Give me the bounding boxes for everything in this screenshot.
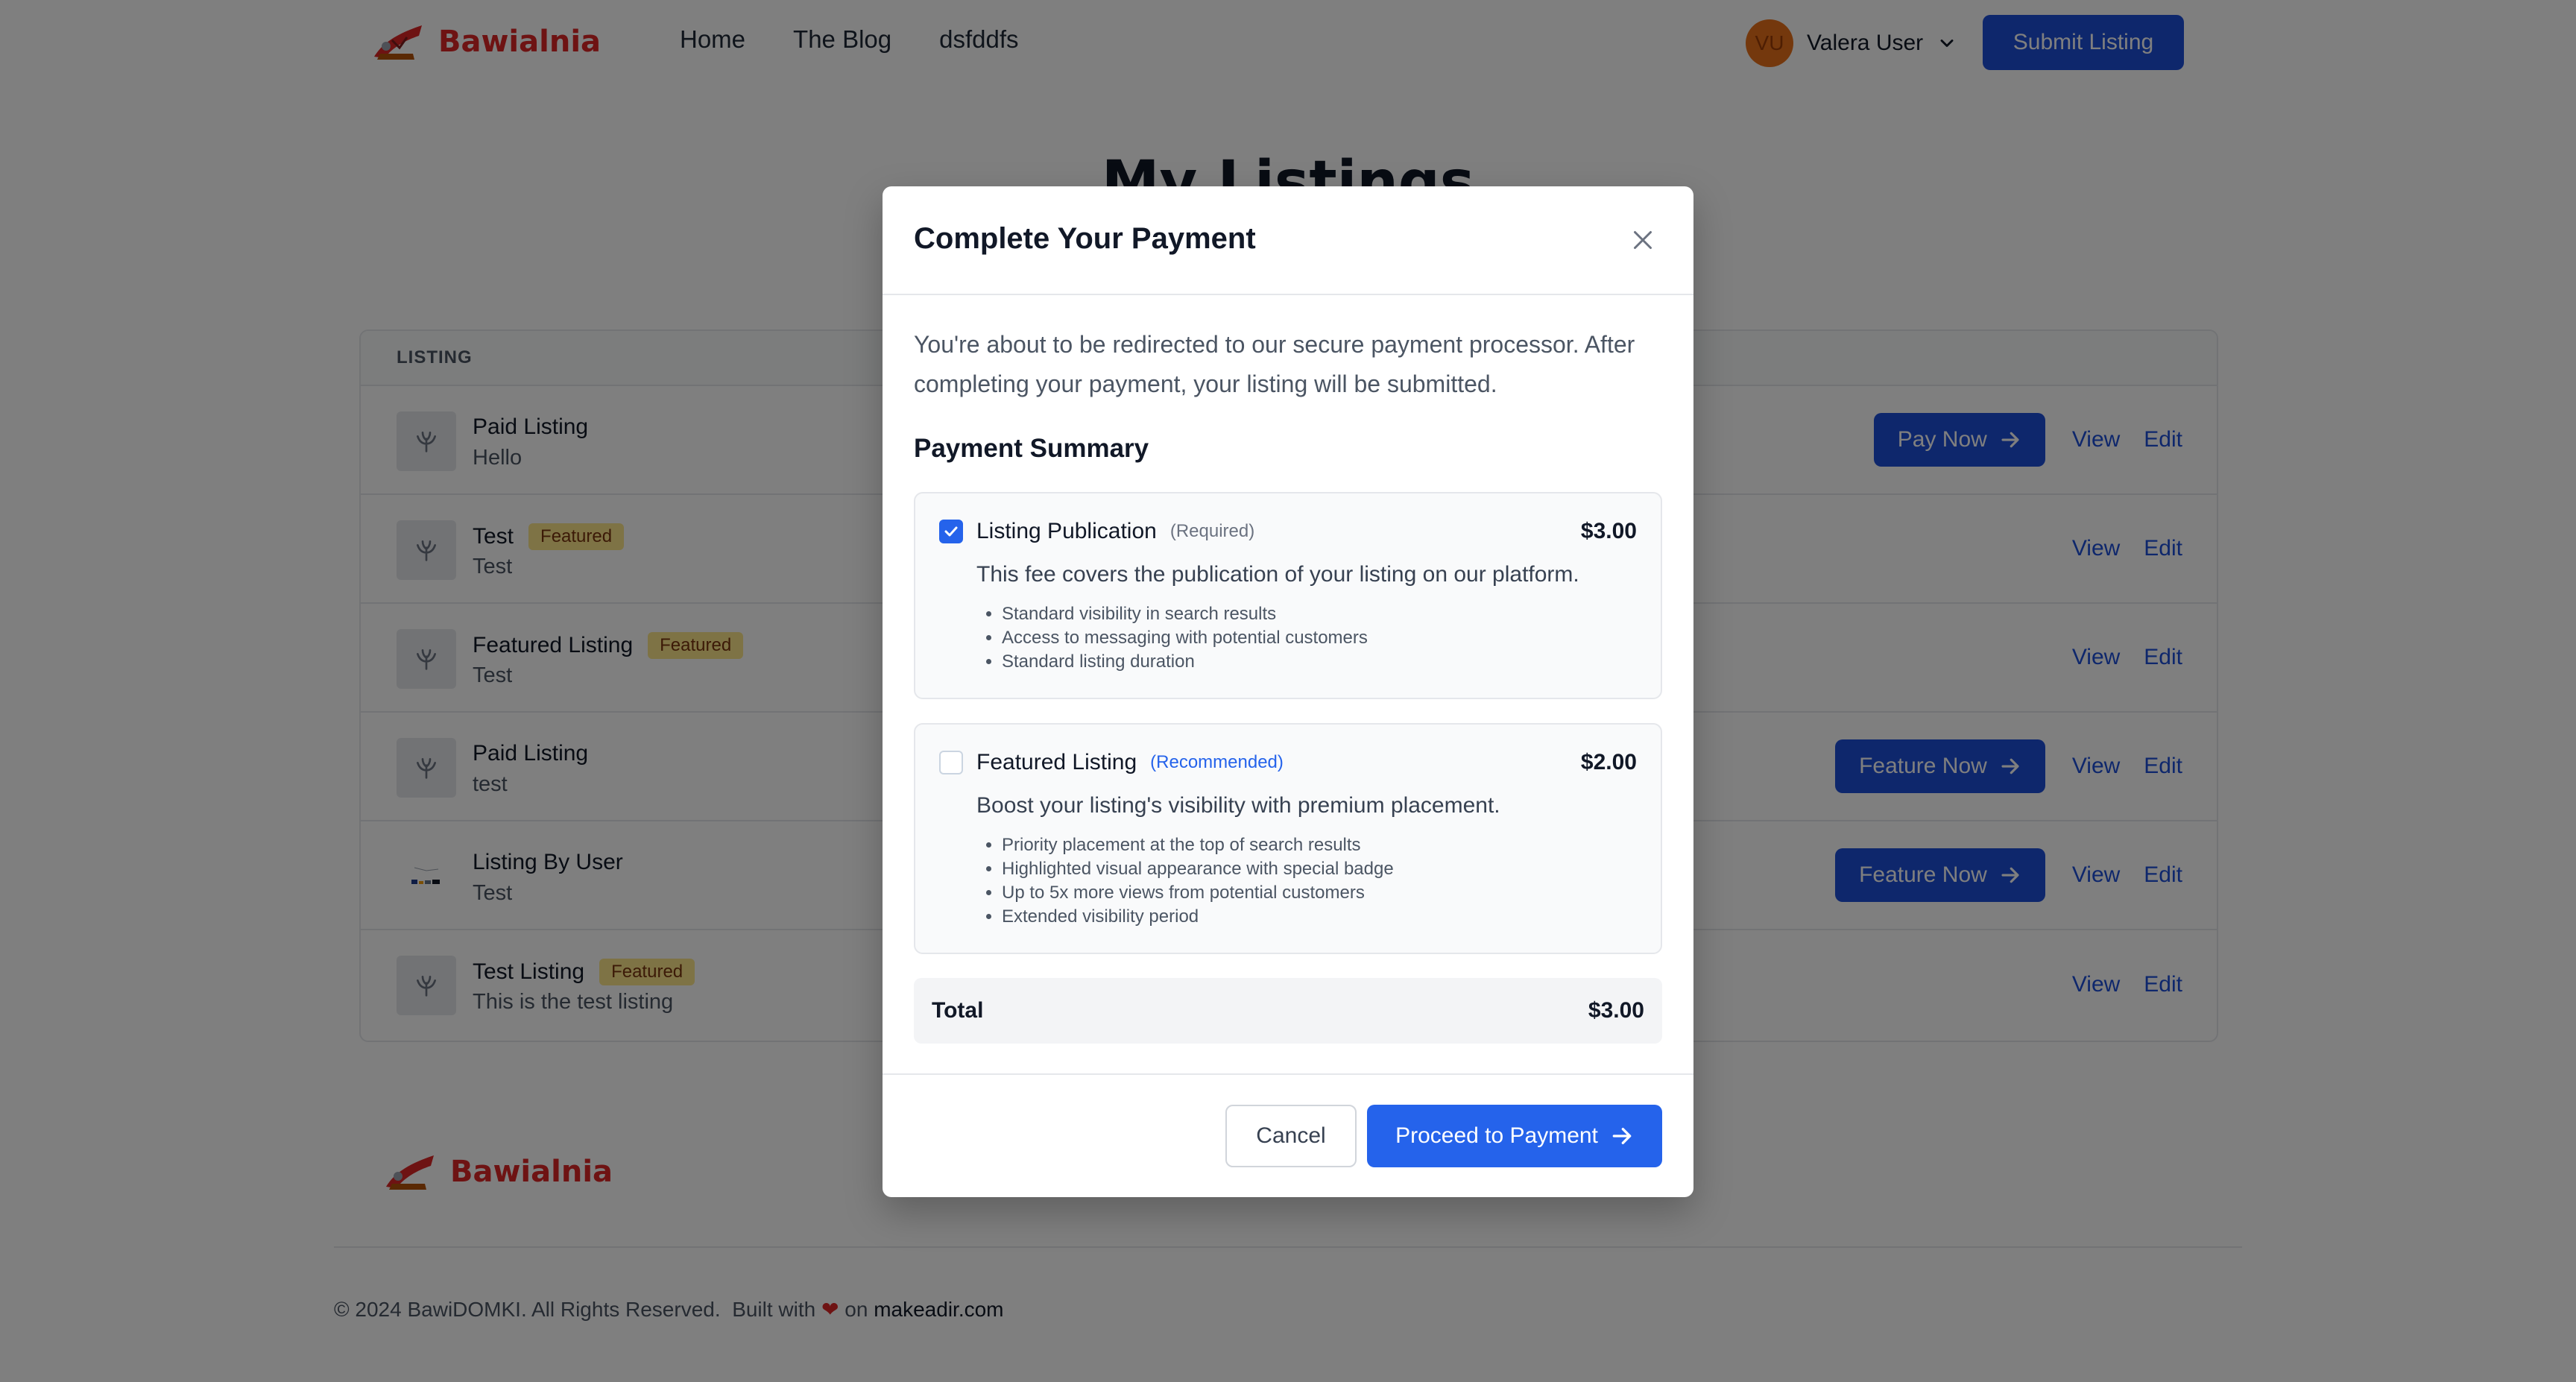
feature-item: Up to 5x more views from potential custo… — [1002, 881, 1637, 905]
modal-header: Complete Your Payment — [883, 186, 1693, 295]
total-value: $3.00 — [1588, 998, 1644, 1023]
feature-list: Priority placement at the top of search … — [1002, 833, 1637, 929]
check-icon — [944, 526, 958, 537]
total-row: Total $3.00 — [914, 978, 1662, 1044]
feature-item: Standard listing duration — [1002, 650, 1637, 674]
payment-summary-title: Payment Summary — [914, 434, 1149, 463]
modal-footer: Cancel Proceed to Payment — [883, 1073, 1693, 1197]
feature-item: Access to messaging with potential custo… — [1002, 626, 1637, 650]
feature-item: Extended visibility period — [1002, 905, 1637, 929]
publication-checkbox[interactable] — [939, 520, 963, 543]
item-name: Listing Publication — [976, 519, 1157, 543]
required-tag: (Required) — [1169, 521, 1255, 541]
modal-title: Complete Your Payment — [914, 222, 1256, 255]
modal-body: You're about to be redirected to our sec… — [914, 325, 1662, 1044]
item-name: Featured Listing — [976, 750, 1137, 774]
feature-item: Standard visibility in search results — [1002, 602, 1637, 626]
featured-checkbox[interactable] — [939, 751, 963, 774]
close-button[interactable] — [1629, 227, 1656, 253]
payment-modal: Complete Your Payment You're about to be… — [883, 186, 1693, 1197]
modal-intro: You're about to be redirected to our sec… — [914, 331, 1635, 397]
feature-list: Standard visibility in search results Ac… — [1002, 602, 1637, 674]
proceed-to-payment-button[interactable]: Proceed to Payment — [1367, 1105, 1662, 1167]
item-price: $3.00 — [1580, 519, 1637, 543]
payment-item-featured: Featured Listing (Recommended) $2.00 Boo… — [914, 723, 1662, 954]
payment-item-publication: Listing Publication (Required) $3.00 Thi… — [914, 492, 1662, 699]
close-icon — [1634, 231, 1652, 249]
arrow-right-icon — [1612, 1128, 1632, 1144]
proceed-label: Proceed to Payment — [1395, 1123, 1598, 1148]
feature-item: Highlighted visual appearance with speci… — [1002, 857, 1637, 881]
cancel-button[interactable]: Cancel — [1225, 1105, 1357, 1167]
item-price: $2.00 — [1580, 750, 1637, 774]
item-description: This fee covers the publication of your … — [976, 562, 1579, 587]
feature-item: Priority placement at the top of search … — [1002, 833, 1637, 857]
recommended-tag: (Recommended) — [1150, 752, 1284, 772]
total-label: Total — [932, 998, 984, 1023]
item-description: Boost your listing's visibility with pre… — [976, 793, 1500, 818]
